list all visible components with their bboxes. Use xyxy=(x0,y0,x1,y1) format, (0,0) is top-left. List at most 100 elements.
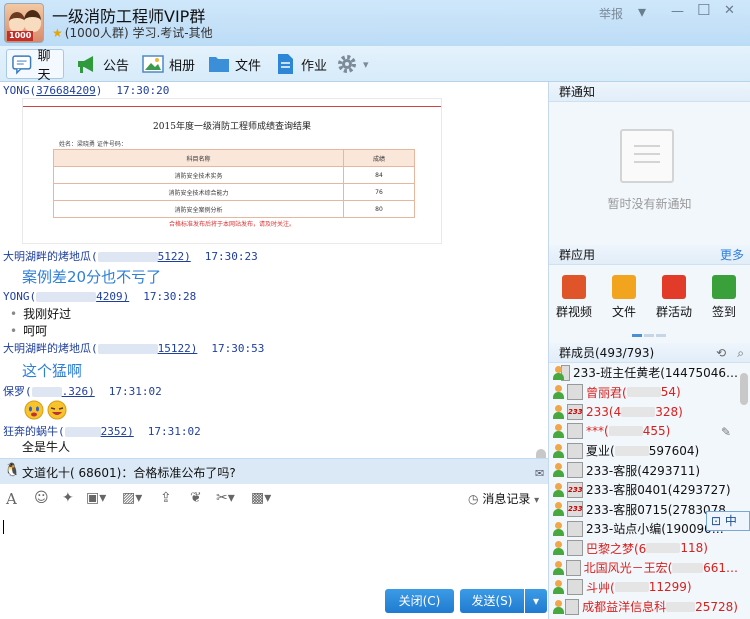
image-icon[interactable]: ▨▾ xyxy=(122,490,142,506)
member-status-icon xyxy=(552,424,564,438)
score-image[interactable]: 2015年度一级消防工程师成绩查询结果 姓名：梁晓勇 证件号码： 科目名称 成绩 … xyxy=(22,98,442,244)
qq-group-window: 1000 一级消防工程师VIP群 ★ (1000人群) 学习.考试-其他 举报 ▾… xyxy=(0,0,750,619)
more-apps-link[interactable]: 更多 xyxy=(720,245,744,265)
homework-icon xyxy=(278,54,293,74)
dropdown-icon[interactable]: ▾ xyxy=(638,2,646,21)
member-qq-tail: 118) xyxy=(680,541,708,555)
member-status-icon xyxy=(552,580,564,594)
list-item[interactable]: 曾丽君(54) xyxy=(552,383,738,402)
refresh-icon[interactable]: ⟲ xyxy=(716,343,726,363)
folder-icon xyxy=(209,57,229,72)
tab-announcement-label: 公告 xyxy=(103,58,130,74)
list-item[interactable]: 233 233-客服0401(4293727) xyxy=(552,480,738,499)
maximize-button[interactable]: ☐ xyxy=(697,1,710,19)
list-item[interactable]: 成都益洋信息科 25728) xyxy=(552,597,738,616)
megaphone-icon xyxy=(78,56,93,73)
tab-homework[interactable]: 作业 xyxy=(274,49,327,79)
tab-files[interactable]: 文件 xyxy=(208,49,261,79)
list-item[interactable]: 233-班主任黄老(14475046… xyxy=(552,363,738,382)
tab-announcement[interactable]: 公告 xyxy=(76,49,129,79)
close-button[interactable]: 关闭(C) xyxy=(385,589,454,613)
apps-page-indicator xyxy=(632,326,666,337)
new-message-bar[interactable]: 🐧 文道化十( 68601)：合格标准公布了吗? ✉ xyxy=(0,458,548,484)
group-sidebar: 群通知 暂时没有新通知 群应用 更多 群视频 文件 群活动 签到 群成员(493/… xyxy=(548,82,750,619)
report-link[interactable]: 举报 xyxy=(599,5,623,22)
folder-icon xyxy=(612,275,636,299)
upload-icon[interactable]: ⇪ xyxy=(160,490,172,506)
list-item[interactable]: 233-客服(4293711) xyxy=(552,461,738,480)
minimize-button[interactable]: — xyxy=(671,4,684,19)
member-qq-tail: 25728) xyxy=(695,599,738,614)
new-message-text: 文道化十( 68601)：合格标准公布了吗? xyxy=(22,466,236,480)
score-title: 2015年度一级消防工程师成绩查询结果 xyxy=(153,122,311,132)
notice-panel-title: 群通知 xyxy=(549,82,750,102)
table-row: 消防安全技术综合能力 76 xyxy=(53,183,415,201)
chat-history[interactable]: YONG(376684209) 17:30:20 2015年度一级消防工程师成绩查… xyxy=(0,82,548,458)
more-tools-icon[interactable]: ▩▾ xyxy=(251,490,271,506)
laughing-emoji-icon xyxy=(47,400,67,420)
list-item[interactable]: 北国风光－王宏(661… xyxy=(552,558,738,577)
avatar xyxy=(567,462,583,478)
member-name: 233-客服(4293711) xyxy=(586,463,701,478)
list-item[interactable]: 斗艸(11299) xyxy=(552,578,738,597)
message-header: 保罗(.326) 17:31:02 xyxy=(3,385,162,398)
close-window-button[interactable]: ✕ xyxy=(724,3,735,18)
avatar xyxy=(567,384,583,400)
member-name: 233-班主任黄老(14475046… xyxy=(573,366,738,380)
message-header: YONG(4209) 17:30:28 xyxy=(3,290,197,303)
ime-indicator[interactable]: ⊡ 中 xyxy=(706,511,750,531)
font-icon[interactable]: A xyxy=(6,490,17,508)
video-icon xyxy=(562,275,586,299)
member-status-icon xyxy=(552,560,564,575)
avatar xyxy=(567,540,583,556)
search-icon[interactable]: ⌕ xyxy=(737,343,744,363)
edit-icon[interactable]: ✎ xyxy=(721,425,731,439)
app-files[interactable]: 文件 xyxy=(602,275,646,320)
mail-icon[interactable]: ✉ xyxy=(535,467,544,480)
avatar xyxy=(567,579,583,595)
member-name: 成都益洋信息科 xyxy=(582,600,667,614)
tab-album-label: 相册 xyxy=(169,58,196,74)
member-status-icon xyxy=(552,521,564,536)
member-status-icon xyxy=(552,599,565,614)
notice-board-icon xyxy=(620,129,674,183)
star-icon: ★ xyxy=(52,26,63,40)
avatar: 233 xyxy=(567,501,583,517)
message-text: 全是牛人 xyxy=(22,440,71,454)
emoji-icon[interactable]: ☺ xyxy=(34,490,49,506)
chat-scrollbar[interactable] xyxy=(536,449,546,458)
member-status-icon xyxy=(552,482,564,497)
magic-wand-icon[interactable]: ✦ xyxy=(62,490,74,506)
app-checkin[interactable]: 签到 xyxy=(702,275,746,320)
settings-menu[interactable]: ▾ xyxy=(336,49,369,79)
send-options-dropdown[interactable]: ▾ xyxy=(525,589,547,613)
tab-chat[interactable]: 聊天 xyxy=(6,49,64,83)
list-item[interactable]: ***(455) xyxy=(552,422,738,441)
member-qq-tail: 328) xyxy=(655,404,683,419)
message-input[interactable] xyxy=(0,512,548,588)
qq-link[interactable]: 376684209 xyxy=(36,84,96,97)
member-status-icon xyxy=(552,502,564,516)
app-group-activity[interactable]: 群活动 xyxy=(652,275,696,320)
list-item[interactable]: 巴黎之梦(6 118) xyxy=(552,539,738,558)
message-header: YONG(376684209) 17:30:20 xyxy=(3,84,170,97)
gift-icon[interactable]: ▣▾ xyxy=(86,490,106,506)
score-info: 姓名：梁晓勇 证件号码： xyxy=(59,141,127,148)
member-scrollbar[interactable] xyxy=(740,373,748,405)
member-qq-tail: 661… xyxy=(703,560,738,575)
sticker-icon[interactable]: ❦ xyxy=(190,490,202,506)
list-item[interactable]: 233 233(4 328) xyxy=(552,402,738,421)
score-table: 科目名称 成绩 消防安全技术实务 84 消防安全技术综合能力 76 消防安全案例分析 8… xyxy=(53,149,415,218)
avatar xyxy=(565,598,580,615)
chevron-down-icon: ▾ xyxy=(363,57,369,71)
members-panel-title: 群成员(493/793) ⟲ ⌕ xyxy=(549,343,750,363)
tab-album[interactable]: 相册 xyxy=(142,49,195,79)
message-history-button[interactable]: ◷ 消息记录 ▾ xyxy=(468,490,539,507)
group-avatar[interactable]: 1000 xyxy=(4,3,44,43)
screenshot-icon[interactable]: ✂▾ xyxy=(216,490,235,506)
list-item[interactable]: 夏业(597604) xyxy=(552,441,738,460)
album-icon xyxy=(142,55,164,73)
app-group-video[interactable]: 群视频 xyxy=(552,275,596,320)
member-name: 233-客服0401(4293727) xyxy=(586,483,731,497)
send-button[interactable]: 发送(S) xyxy=(460,589,524,613)
